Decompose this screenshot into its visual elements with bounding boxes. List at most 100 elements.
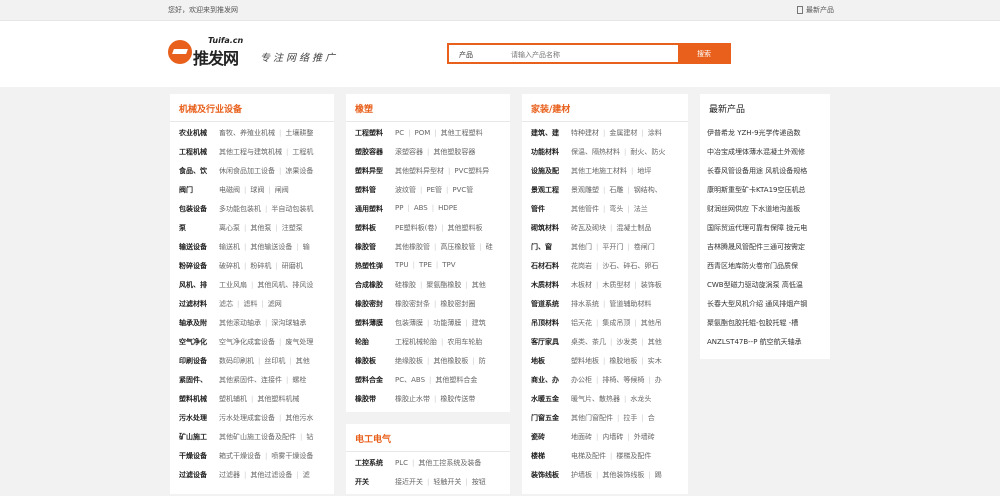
subcategory-link[interactable]: 硅橡胶: [395, 280, 416, 290]
subcategory-link[interactable]: 法兰: [634, 204, 648, 214]
subcategory-link[interactable]: 其他橡胶板: [433, 356, 468, 366]
subcategory-link[interactable]: 平开门: [602, 242, 623, 252]
category-heading-link[interactable]: 风机、排: [179, 280, 219, 290]
subcategory-link[interactable]: 保温、隔热材料: [571, 147, 620, 157]
subcategory-link[interactable]: 花岗岩: [571, 261, 592, 271]
subcategory-link[interactable]: PLC: [395, 459, 408, 467]
subcategory-link[interactable]: 办公柜: [571, 375, 592, 385]
category-heading-link[interactable]: 塑料板: [355, 223, 395, 233]
subcategory-link[interactable]: 研磨机: [282, 261, 303, 271]
category-heading-link[interactable]: 矿山施工: [179, 432, 219, 442]
subcategory-link[interactable]: 卷闸门: [634, 242, 655, 252]
category-heading-link[interactable]: 塑料机械: [179, 394, 219, 404]
subcategory-link[interactable]: 木板材: [571, 280, 592, 290]
subcategory-link[interactable]: 其他门窗配件: [571, 413, 613, 423]
subcategory-link[interactable]: 深沟球轴承: [271, 318, 306, 328]
category-heading-link[interactable]: 过滤设备: [179, 470, 219, 480]
category-heading-link[interactable]: 通用塑料: [355, 204, 395, 214]
subcategory-link[interactable]: 其他: [296, 356, 310, 366]
latest-product-link[interactable]: 伊普希龙 YZH-9光学传递函数: [707, 128, 827, 147]
subcategory-link[interactable]: 其他紧固件、连接件: [219, 375, 282, 385]
search-button[interactable]: 搜索: [678, 43, 730, 64]
latest-product-link[interactable]: 西青区地库防火卷帘门品质保: [707, 261, 827, 280]
subcategory-link[interactable]: 球阀: [250, 185, 264, 195]
subcategory-link[interactable]: 其他塑料板: [447, 223, 482, 233]
subcategory-link[interactable]: 暖气片、散热器: [571, 394, 620, 404]
subcategory-link[interactable]: 按钮: [472, 477, 486, 487]
subcategory-link[interactable]: 管道辅助材料: [609, 299, 651, 309]
category-heading-link[interactable]: 瓷砖: [531, 432, 571, 442]
subcategory-link[interactable]: 凉果设备: [285, 166, 313, 176]
category-heading-link[interactable]: 砌筑材料: [531, 223, 571, 233]
category-heading-link[interactable]: 轮胎: [355, 337, 395, 347]
site-logo[interactable]: Tuifa.cn 推发网: [168, 36, 258, 72]
subcategory-link[interactable]: 工程机械轮胎: [395, 337, 437, 347]
latest-product-link[interactable]: 康明斯重型矿卡KTA19空压机总: [707, 185, 827, 204]
subcategory-link[interactable]: 其他过滤设备: [250, 470, 292, 480]
category-heading-link[interactable]: 建筑、建: [531, 128, 571, 138]
subcategory-link[interactable]: 特种建材: [571, 128, 599, 138]
subcategory-link[interactable]: 防: [479, 356, 486, 366]
latest-product-link[interactable]: CWB型磁力驱动旋涡泵 高低温: [707, 280, 827, 299]
subcategory-link[interactable]: 包装薄膜: [395, 318, 423, 328]
category-heading-link[interactable]: 装饰线板: [531, 470, 571, 480]
subcategory-link[interactable]: 外墙砖: [634, 432, 655, 442]
subcategory-link[interactable]: 箱式干燥设备: [219, 451, 261, 461]
category-heading-link[interactable]: 开关: [355, 477, 395, 487]
subcategory-link[interactable]: 其他滚动轴承: [219, 318, 261, 328]
subcategory-link[interactable]: 空气净化成套设备: [219, 337, 275, 347]
subcategory-link[interactable]: 工程机: [292, 147, 313, 157]
category-heading-link[interactable]: 塑料异型: [355, 166, 395, 176]
category-heading-link[interactable]: 工程塑料: [355, 128, 395, 138]
latest-product-link[interactable]: 财润丝网供应 下水道地沟盖板: [707, 204, 827, 223]
subcategory-link[interactable]: 砖瓦及砌块: [571, 223, 606, 233]
category-heading-link[interactable]: 门、窗: [531, 242, 571, 252]
subcategory-link[interactable]: PP: [395, 204, 403, 212]
subcategory-link[interactable]: 桌类、茶几: [571, 337, 606, 347]
subcategory-link[interactable]: 排椅、等候椅: [602, 375, 644, 385]
subcategory-link[interactable]: 塑料地板: [571, 356, 599, 366]
subcategory-link[interactable]: 其他污水: [285, 413, 313, 423]
subcategory-link[interactable]: 沙石、碎石、卵石: [602, 261, 658, 271]
subcategory-link[interactable]: PE塑料板(卷): [395, 223, 437, 233]
subcategory-link[interactable]: 土壤耕整: [285, 128, 313, 138]
category-heading-link[interactable]: 管道系统: [531, 299, 571, 309]
latest-product-link[interactable]: 长春大型风机介绍 通风排烟产钢: [707, 299, 827, 318]
subcategory-link[interactable]: 排水系统: [571, 299, 599, 309]
subcategory-link[interactable]: 滤: [303, 470, 310, 480]
category-heading-link[interactable]: 轴承及附: [179, 318, 219, 328]
category-heading-link[interactable]: 楼梯: [531, 451, 571, 461]
subcategory-link[interactable]: 其他装饰线板: [602, 470, 644, 480]
subcategory-link[interactable]: 滚塑容器: [395, 147, 423, 157]
subcategory-link[interactable]: 其他门: [571, 242, 592, 252]
category-heading-link[interactable]: 商业、办: [531, 375, 571, 385]
subcategory-link[interactable]: POM: [414, 129, 430, 137]
subcategory-link[interactable]: 集成吊顶: [602, 318, 630, 328]
subcategory-link[interactable]: 地坪: [637, 166, 651, 176]
subcategory-link[interactable]: 木质型材: [602, 280, 630, 290]
category-heading-link[interactable]: 塑料合金: [355, 375, 395, 385]
category-heading-link[interactable]: 印刷设备: [179, 356, 219, 366]
subcategory-link[interactable]: 其他风机、排风设: [257, 280, 313, 290]
category-heading-link[interactable]: 输送设备: [179, 242, 219, 252]
subcategory-link[interactable]: 弯头: [609, 204, 623, 214]
category-heading-link[interactable]: 客厅家具: [531, 337, 571, 347]
subcategory-link[interactable]: 地面砖: [571, 432, 592, 442]
subcategory-link[interactable]: 数码印刷机: [219, 356, 254, 366]
subcategory-link[interactable]: 楼梯及配件: [616, 451, 651, 461]
category-heading-link[interactable]: 泵: [179, 223, 219, 233]
category-heading-link[interactable]: 橡胶管: [355, 242, 395, 252]
subcategory-link[interactable]: 破碎机: [219, 261, 240, 271]
subcategory-link[interactable]: PVC塑料异: [454, 166, 489, 176]
latest-product-link[interactable]: 聚氨酯包胶托辊-包胶托辊 -槽: [707, 318, 827, 337]
category-heading-link[interactable]: 设施及配: [531, 166, 571, 176]
panel-title[interactable]: 电工电气: [355, 432, 391, 445]
subcategory-link[interactable]: 滤网: [268, 299, 282, 309]
category-heading-link[interactable]: 吊顶材料: [531, 318, 571, 328]
subcategory-link[interactable]: PVC管: [452, 185, 473, 195]
category-heading-link[interactable]: 食品、饮: [179, 166, 219, 176]
subcategory-link[interactable]: 橡胶密封条: [395, 299, 430, 309]
subcategory-link[interactable]: 其他工控系统及装备: [418, 458, 481, 468]
subcategory-link[interactable]: 硅: [486, 242, 493, 252]
subcategory-link[interactable]: 聚氨酯橡胶: [426, 280, 461, 290]
